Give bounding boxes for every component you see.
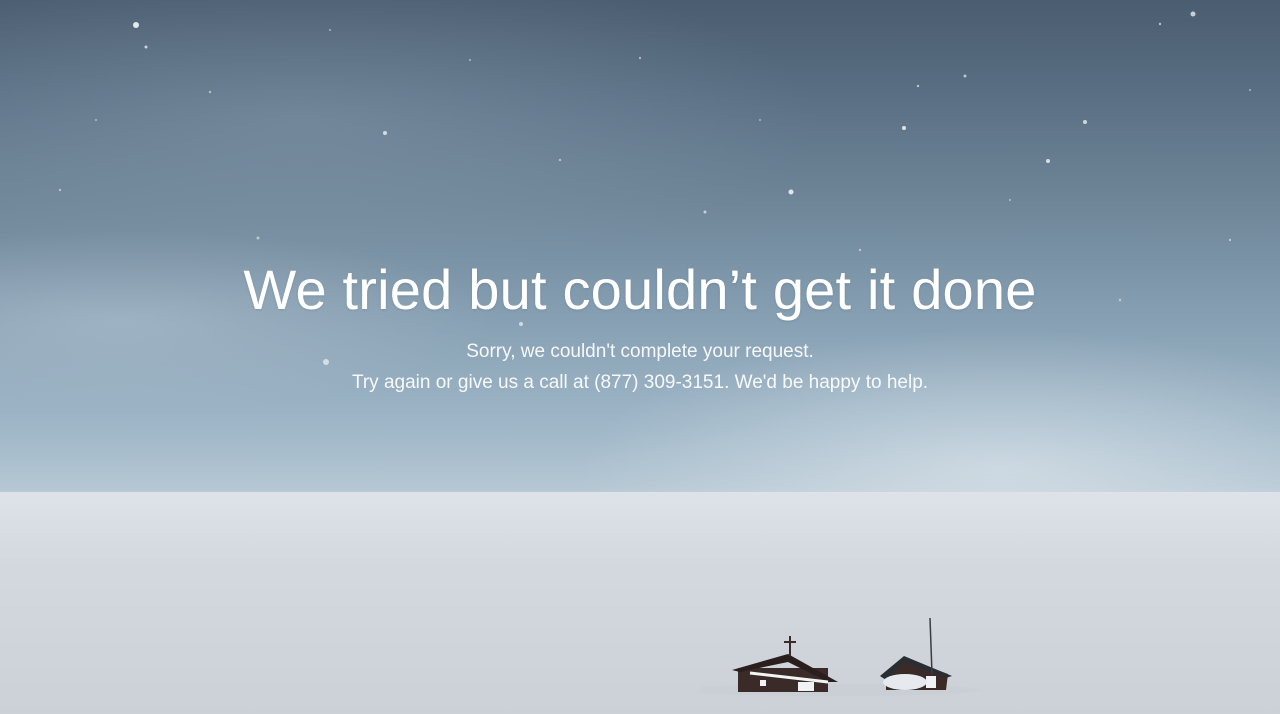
help-contact-message: Try again or give us a call at (877) 309… <box>351 372 929 393</box>
error-message: Sorry, we couldn't complete your request… <box>466 341 814 362</box>
snowy-cabins-image <box>700 617 980 696</box>
error-headline: We tried but couldn’t get it done <box>243 258 1037 321</box>
